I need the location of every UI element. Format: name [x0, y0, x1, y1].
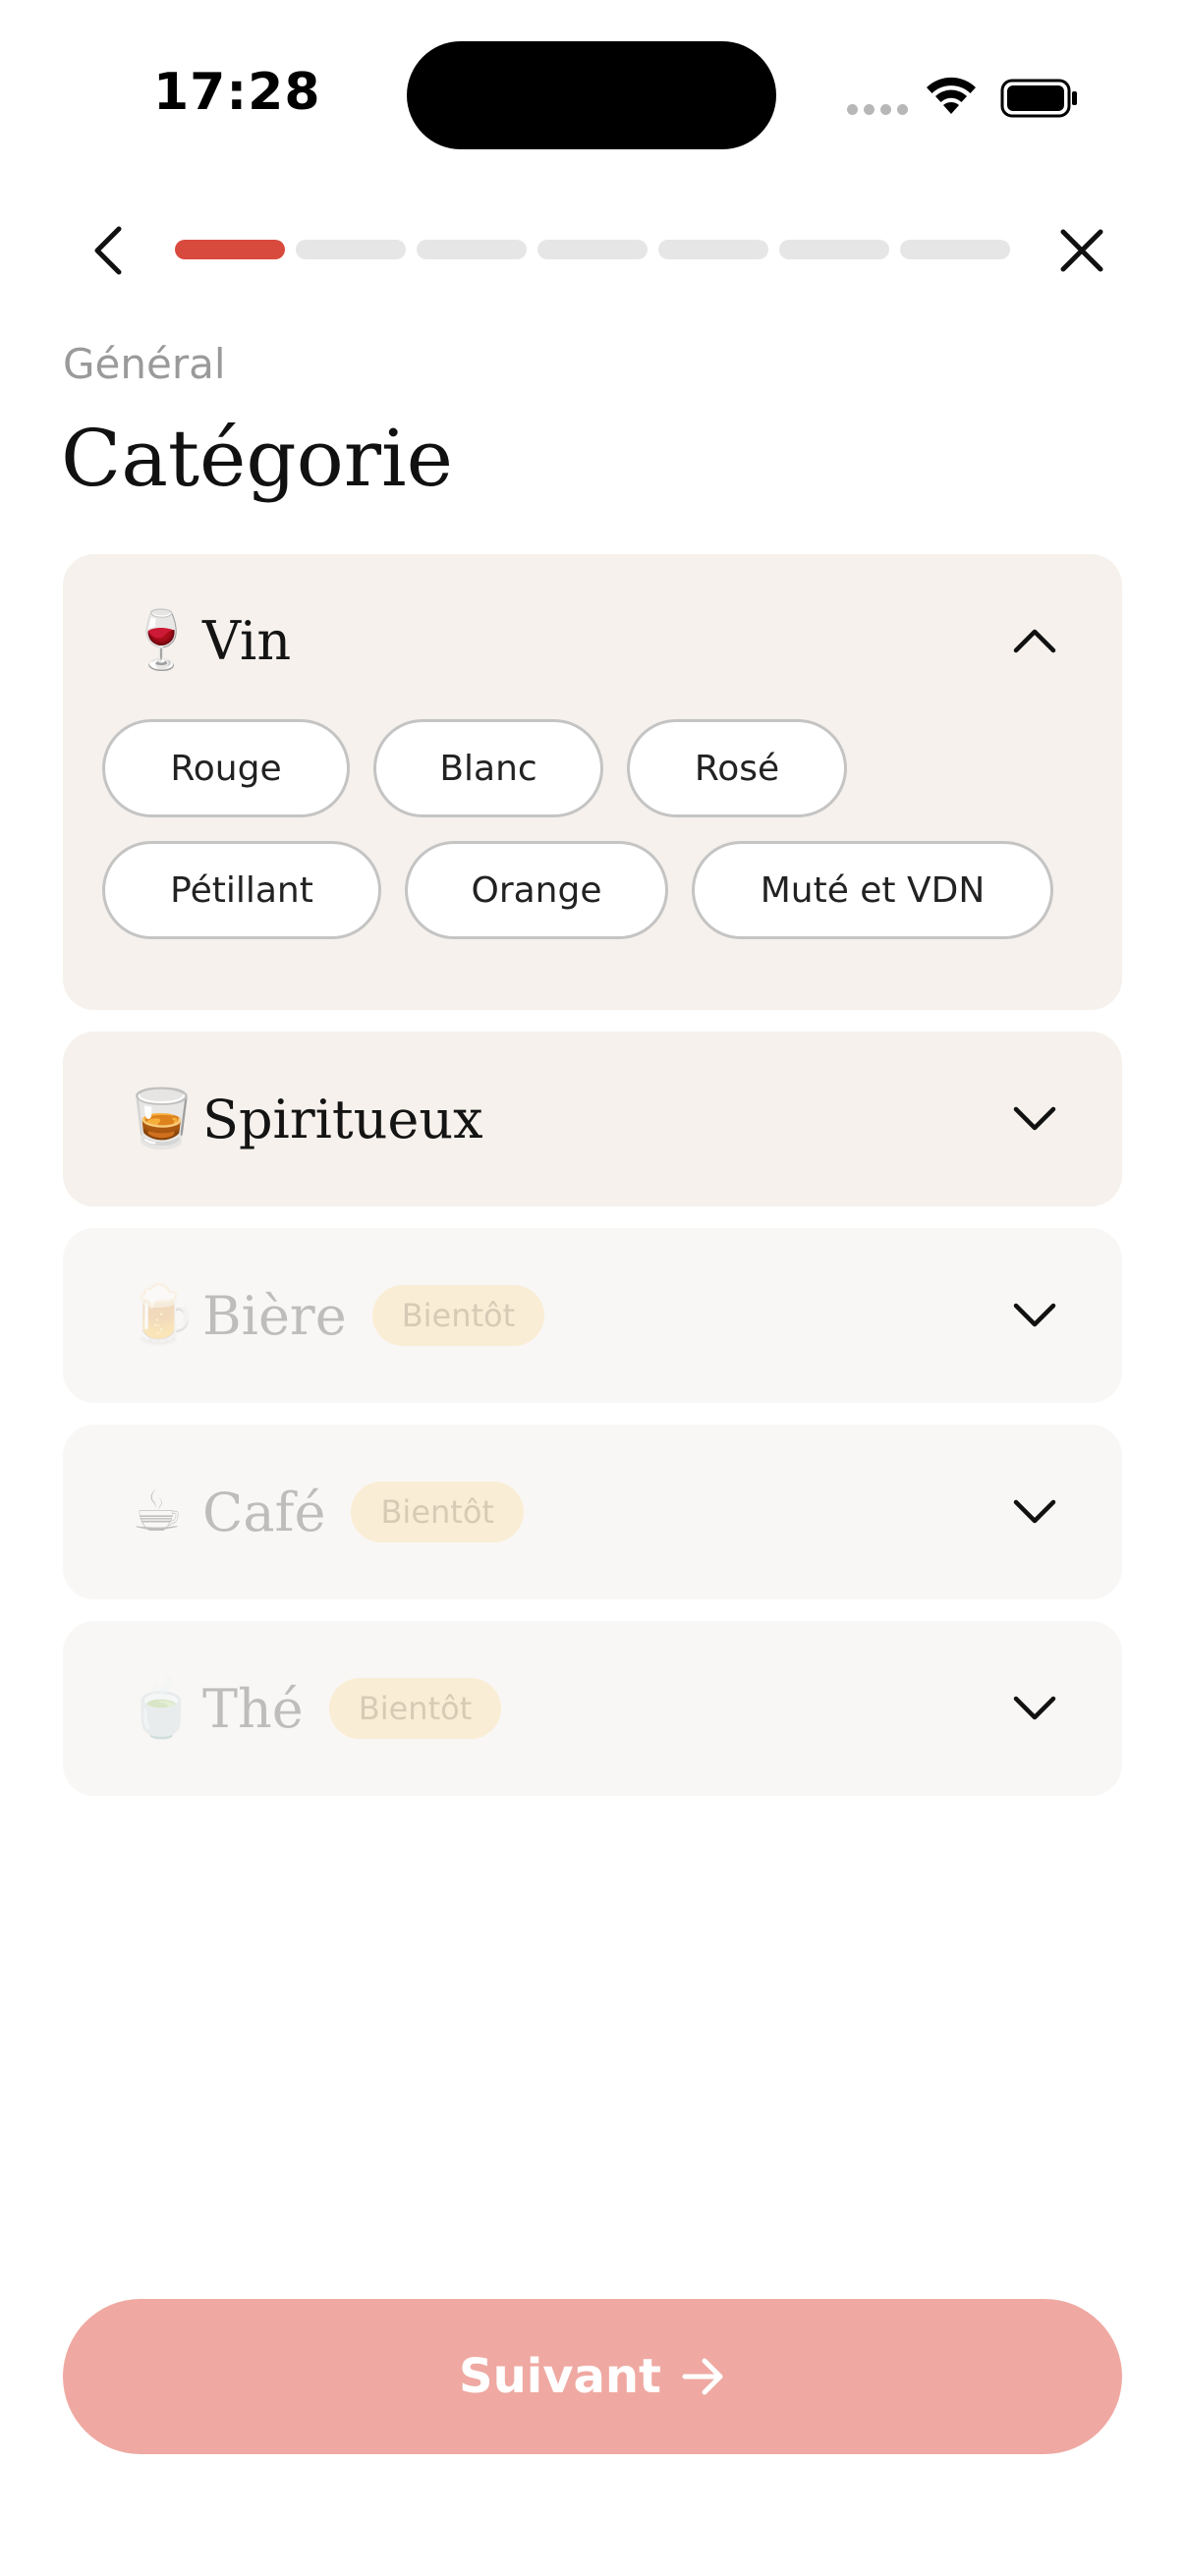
progress-bar [175, 240, 1010, 259]
back-button[interactable] [79, 216, 138, 285]
category-name: Bière [202, 1284, 347, 1347]
category-header-cafe: ☕ Café Bientôt [126, 1463, 1059, 1561]
category-header-the: 🍵 Thé Bientôt [126, 1659, 1059, 1758]
category-card-biere: 🍺 Bière Bientôt [63, 1228, 1122, 1403]
category-header-spiritueux[interactable]: 🥃 Spiritueux [126, 1070, 1059, 1168]
battery-icon [1000, 79, 1077, 118]
progress-step [658, 240, 768, 259]
category-card-the: 🍵 Thé Bientôt [63, 1621, 1122, 1796]
tumbler-glass-icon: 🥃 [126, 1087, 198, 1150]
close-icon [1060, 229, 1103, 272]
coffee-cup-icon: ☕ [132, 1480, 183, 1543]
beer-mug-icon: 🍺 [126, 1283, 198, 1347]
coming-soon-badge: Bientôt [351, 1482, 524, 1542]
chevron-down-icon [1010, 1684, 1059, 1733]
category-card-spiritueux[interactable]: 🥃 Spiritueux [63, 1032, 1122, 1206]
wine-type-options: Rouge Blanc Rosé Pétillant Orange Muté e… [102, 719, 1085, 963]
category-card-cafe: ☕ Café Bientôt [63, 1425, 1122, 1599]
progress-step [296, 240, 406, 259]
status-time: 17:28 [153, 63, 321, 122]
progress-step [417, 240, 527, 259]
progress-step [779, 240, 889, 259]
wifi-icon [927, 77, 976, 114]
chip-orange[interactable]: Orange [405, 841, 668, 939]
back-chevron-icon [94, 226, 122, 275]
chevron-down-icon [1010, 1487, 1059, 1537]
page-title: Catégorie [61, 413, 453, 504]
progress-step [900, 240, 1010, 259]
next-button-label: Suivant [459, 2349, 661, 2404]
arrow-right-icon [682, 2358, 723, 2395]
chip-petillant[interactable]: Pétillant [102, 841, 381, 939]
category-name: Spiritueux [202, 1088, 483, 1150]
chevron-down-icon [1010, 1291, 1059, 1340]
tea-cup-icon: 🍵 [126, 1676, 198, 1740]
chip-blanc[interactable]: Blanc [373, 719, 603, 817]
progress-step [175, 240, 285, 259]
progress-step [537, 240, 648, 259]
screen: 17:28 Général Catégorie 🍷 Vin Rouge Blan… [0, 0, 1185, 2576]
chip-rouge[interactable]: Rouge [102, 719, 350, 817]
wine-glass-icon: 🍷 [126, 608, 198, 672]
category-header-biere: 🍺 Bière Bientôt [126, 1266, 1059, 1365]
coming-soon-badge: Bientôt [328, 1678, 502, 1739]
category-name: Thé [202, 1677, 304, 1740]
section-label: Général [63, 340, 226, 388]
chip-rose[interactable]: Rosé [627, 719, 847, 817]
category-name: Café [202, 1481, 326, 1543]
cellular-signal-icon [847, 104, 908, 115]
dynamic-island [407, 41, 776, 149]
category-header-vin[interactable]: 🍷 Vin [126, 591, 1059, 690]
chevron-up-icon[interactable] [1010, 616, 1059, 665]
coming-soon-badge: Bientôt [371, 1285, 545, 1346]
close-button[interactable] [1047, 216, 1116, 285]
chevron-down-icon[interactable] [1010, 1094, 1059, 1144]
category-card-vin: 🍷 Vin Rouge Blanc Rosé Pétillant Orange … [63, 554, 1122, 1010]
category-name: Vin [202, 609, 292, 672]
next-button[interactable]: Suivant [63, 2299, 1122, 2454]
chip-mute-et-vdn[interactable]: Muté et VDN [692, 841, 1053, 939]
